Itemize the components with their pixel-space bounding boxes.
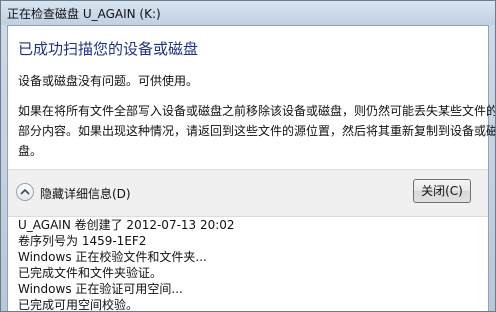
log-line: 已完成可用空间校验。 [18, 298, 139, 312]
advice-line: 部分内容。如果出现这种情况，请返回到这些文件的源位置，然后将其重新复制到设备或磁 [18, 124, 496, 138]
result-section: 已成功扫描您的设备或磁盘 设备或磁盘没有问题。可供使用。 如果在将所有文件全部写… [8, 26, 496, 169]
status-message: 设备或磁盘没有问题。可供使用。 [18, 74, 199, 88]
log-line: 已完成文件和文件夹验证。 [18, 266, 163, 280]
log-line: Windows 正在校验文件和文件夹... [18, 250, 207, 264]
title-bar[interactable]: 正在检查磁盘 U_AGAIN (K:) [1, 1, 495, 25]
close-button[interactable]: 关闭(C) [413, 179, 471, 203]
log-line: Windows 正在验证可用空间... [18, 282, 183, 296]
details-log: U_AGAIN 卷创建了 2012-07-13 20:02 卷序列号为 1459… [18, 217, 235, 312]
advice-paragraph: 如果在将所有文件全部写入设备或磁盘之前移除该设备或磁盘，则仍然可能丢失某些文件的… [18, 101, 496, 161]
advice-line: 如果在将所有文件全部写入设备或磁盘之前移除该设备或磁盘，则仍然可能丢失某些文件的 [18, 104, 496, 118]
details-toggle-button[interactable] [16, 183, 34, 201]
details-bar: 隐藏详细信息(D) 关闭(C) [8, 169, 488, 217]
advice-line: 盘。 [18, 144, 43, 158]
window-title: 正在检查磁盘 U_AGAIN (K:) [7, 7, 161, 21]
result-heading: 已成功扫描您的设备或磁盘 [18, 40, 199, 58]
log-line: U_AGAIN 卷创建了 2012-07-13 20:02 [18, 218, 235, 232]
log-line: 卷序列号为 1459-1EF2 [18, 234, 147, 248]
details-toggle-label[interactable]: 隐藏详细信息(D) [40, 185, 131, 202]
chevron-up-icon [20, 188, 30, 195]
check-disk-window: 正在检查磁盘 U_AGAIN (K:) 已成功扫描您的设备或磁盘 设备或磁盘没有… [0, 0, 496, 312]
dialog-content: 已成功扫描您的设备或磁盘 设备或磁盘没有问题。可供使用。 如果在将所有文件全部写… [7, 25, 496, 312]
